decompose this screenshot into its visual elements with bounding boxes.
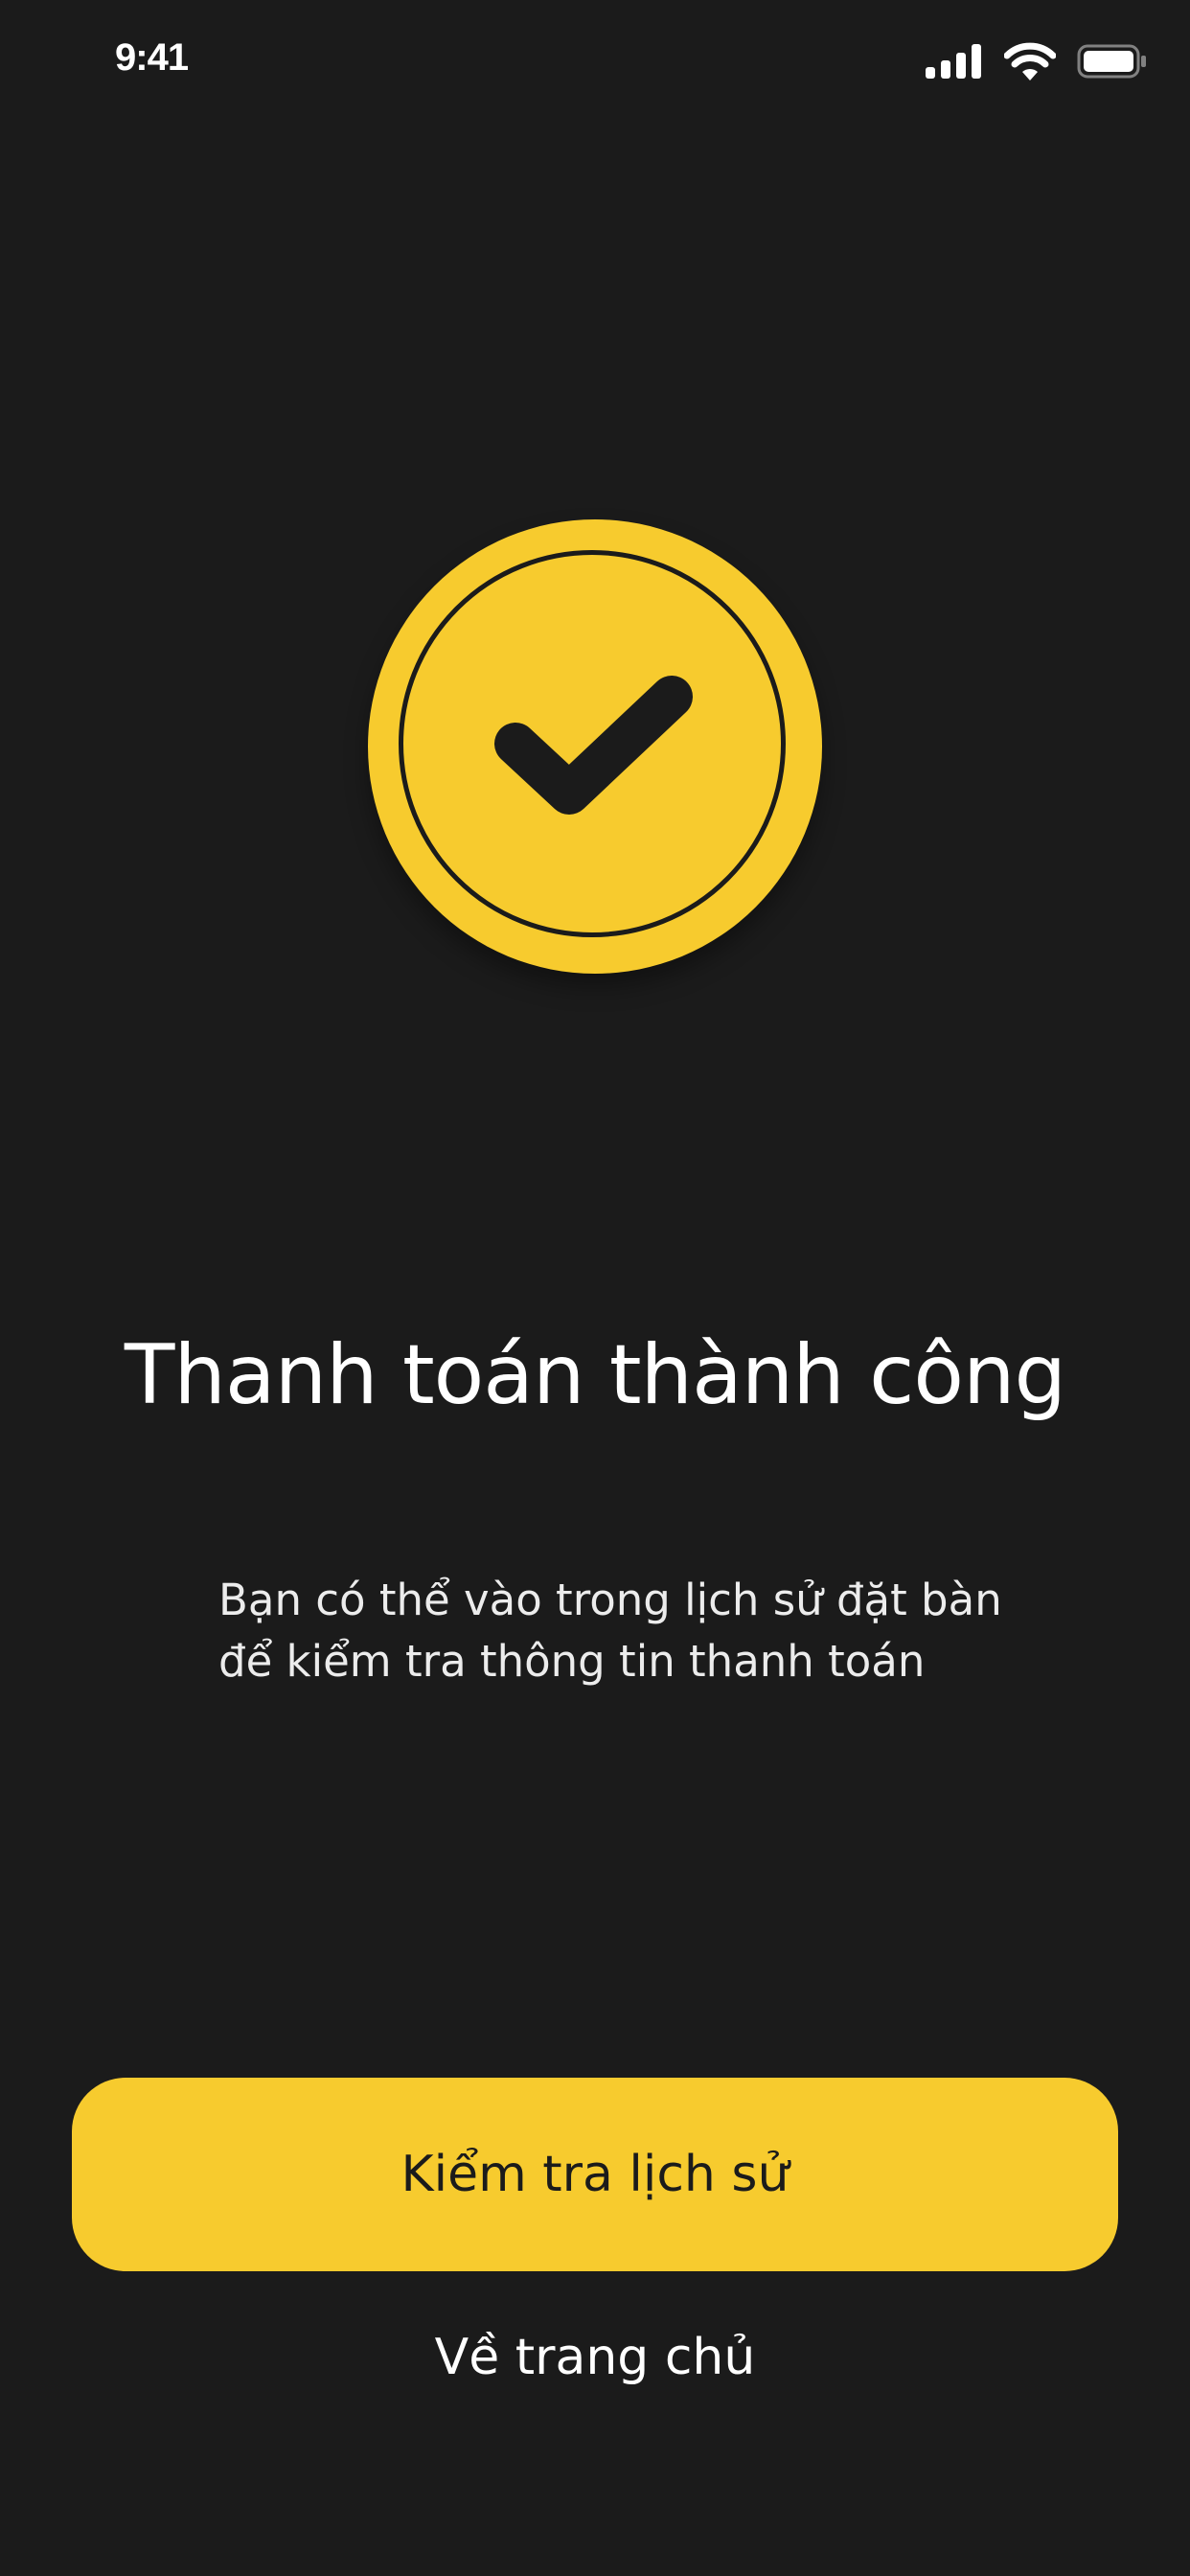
status-time: 9:41 <box>115 36 189 79</box>
page-title: Thanh toán thành công <box>124 1327 1066 1423</box>
check-history-button[interactable]: Kiểm tra lịch sử <box>72 2078 1118 2271</box>
message-line-2: để kiểm tra thông tin thanh toán <box>218 1636 926 1687</box>
success-message: Bạn có thể vào trong lịch sử đặt bàn để … <box>218 1570 1042 1692</box>
status-bar: 9:41 <box>0 0 1190 125</box>
success-badge <box>368 519 822 974</box>
status-icons <box>926 42 1148 80</box>
checkmark-circle-icon <box>494 676 693 815</box>
message-line-1: Bạn có thể vào trong lịch sử đặt bàn <box>218 1575 1002 1625</box>
battery-icon <box>1077 44 1148 79</box>
go-home-link[interactable]: Về trang chủ <box>0 2329 1190 2386</box>
cellular-signal-icon <box>926 44 983 79</box>
wifi-icon <box>1004 42 1056 80</box>
